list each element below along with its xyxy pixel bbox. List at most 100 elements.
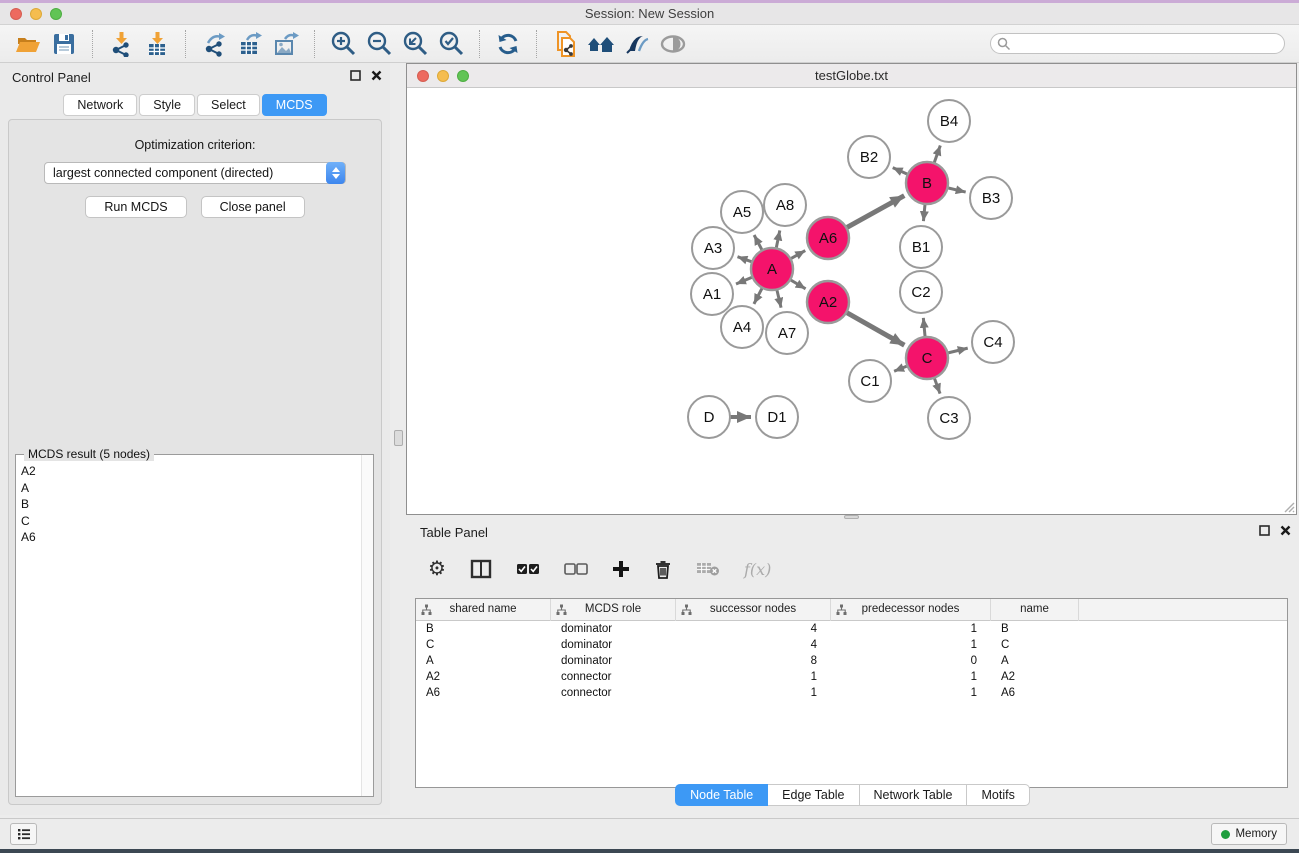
- graph-edge-A2-C[interactable]: [843, 310, 905, 345]
- clone-network-button[interactable]: [550, 29, 580, 59]
- task-history-button[interactable]: [10, 823, 37, 845]
- delete-table-button[interactable]: [696, 557, 720, 581]
- graph-node-A4[interactable]: A4: [721, 306, 763, 348]
- table-row[interactable]: Adominator80A: [416, 653, 1287, 669]
- graph-node-C3[interactable]: C3: [928, 397, 970, 439]
- graph-node-B[interactable]: B: [906, 162, 948, 204]
- graph-node-label: C: [922, 350, 933, 367]
- graph-node-label: A1: [703, 286, 721, 303]
- tab-mcds[interactable]: MCDS: [262, 94, 327, 116]
- export-image-button[interactable]: [271, 29, 301, 59]
- table-cell: 1: [676, 685, 831, 701]
- graph-node-C2[interactable]: C2: [900, 271, 942, 313]
- graphics-details-button[interactable]: [622, 29, 652, 59]
- zoom-out-button[interactable]: [364, 29, 394, 59]
- import-network-button[interactable]: [106, 29, 136, 59]
- criterion-select[interactable]: largest connected component (directed): [44, 162, 346, 184]
- graph-node-B1[interactable]: B1: [900, 226, 942, 268]
- close-panel-icon[interactable]: [371, 70, 382, 81]
- graph-node-C1[interactable]: C1: [849, 360, 891, 402]
- graph-node-A3[interactable]: A3: [692, 227, 734, 269]
- export-table-button[interactable]: [235, 29, 265, 59]
- tab-motifs[interactable]: Motifs: [967, 784, 1029, 806]
- tab-select[interactable]: Select: [197, 94, 260, 116]
- mcds-result-group: MCDS result (5 nodes) A2ABCA6: [15, 454, 374, 797]
- zoom-in-button[interactable]: [328, 29, 358, 59]
- table-settings-button[interactable]: ⚙: [428, 557, 446, 581]
- table-panel-title: Table Panel: [420, 525, 488, 540]
- result-item[interactable]: A6: [21, 529, 356, 546]
- graph-node-A[interactable]: A: [751, 248, 793, 290]
- resize-grip-icon[interactable]: [1281, 499, 1295, 513]
- graph-node-A8[interactable]: A8: [764, 184, 806, 226]
- table-cell: C: [991, 637, 1079, 653]
- deselect-all-button[interactable]: [564, 557, 588, 581]
- float-panel-icon[interactable]: [1259, 525, 1270, 536]
- import-table-button[interactable]: [142, 29, 172, 59]
- column-header[interactable]: predecessor nodes: [831, 599, 991, 621]
- float-panel-icon[interactable]: [350, 70, 361, 81]
- column-header[interactable]: shared name: [416, 599, 551, 621]
- refresh-button[interactable]: [493, 29, 523, 59]
- split-handle-vertical[interactable]: [394, 430, 403, 446]
- graph-node-A1[interactable]: A1: [691, 273, 733, 315]
- export-network-button[interactable]: [199, 29, 229, 59]
- network-close-button[interactable]: [417, 70, 429, 82]
- column-header[interactable]: MCDS role: [551, 599, 676, 621]
- clone-network-icon: [552, 31, 578, 57]
- table-cell: A6: [416, 685, 551, 701]
- save-session-button[interactable]: [49, 29, 79, 59]
- column-header[interactable]: name: [991, 599, 1079, 621]
- graph-edge-A6-B[interactable]: [843, 196, 904, 230]
- run-mcds-button[interactable]: Run MCDS: [85, 196, 186, 218]
- column-header[interactable]: successor nodes: [676, 599, 831, 621]
- zoom-fit-button[interactable]: [400, 29, 430, 59]
- graph-node-A7[interactable]: A7: [766, 312, 808, 354]
- home-button[interactable]: [586, 29, 616, 59]
- close-panel-button[interactable]: Close panel: [201, 196, 305, 218]
- table-row[interactable]: A2connector11A2: [416, 669, 1287, 685]
- minimize-window-button[interactable]: [30, 8, 42, 20]
- tab-edge-table[interactable]: Edge Table: [768, 784, 859, 806]
- delete-column-button[interactable]: [654, 557, 672, 581]
- result-scrollbar[interactable]: [361, 455, 373, 796]
- network-zoom-button[interactable]: [457, 70, 469, 82]
- table-row[interactable]: A6connector11A6: [416, 685, 1287, 701]
- result-item[interactable]: B: [21, 496, 356, 513]
- network-canvas[interactable]: B4 B2 B B3 A8A5 A6 A3 B1 A A1 C2 A2 A4A7 C C4 C1 C3 D D1: [407, 88, 1296, 514]
- zoom-selected-button[interactable]: [436, 29, 466, 59]
- network-minimize-button[interactable]: [437, 70, 449, 82]
- tab-network[interactable]: Network: [63, 94, 137, 116]
- zoom-window-button[interactable]: [50, 8, 62, 20]
- create-column-button[interactable]: [612, 557, 630, 581]
- table-row[interactable]: Bdominator41B: [416, 621, 1287, 637]
- result-item[interactable]: A: [21, 480, 356, 497]
- table-row[interactable]: Cdominator41C: [416, 637, 1287, 653]
- result-item[interactable]: A2: [21, 463, 356, 480]
- select-all-button[interactable]: [516, 557, 540, 581]
- result-item[interactable]: C: [21, 513, 356, 530]
- tab-style[interactable]: Style: [139, 94, 195, 116]
- birdseye-button[interactable]: [658, 29, 688, 59]
- graph-node-B2[interactable]: B2: [848, 136, 890, 178]
- close-panel-icon[interactable]: [1280, 525, 1291, 536]
- graph-node-D[interactable]: D: [688, 396, 730, 438]
- graph-node-A2[interactable]: A2: [807, 281, 849, 323]
- close-window-button[interactable]: [10, 8, 22, 20]
- graph-node-A6[interactable]: A6: [807, 217, 849, 259]
- tab-network-table[interactable]: Network Table: [860, 784, 968, 806]
- graph-node-A5[interactable]: A5: [721, 191, 763, 233]
- graph-node-C[interactable]: C: [906, 337, 948, 379]
- tab-node-table[interactable]: Node Table: [675, 784, 768, 806]
- graph-node-D1[interactable]: D1: [756, 396, 798, 438]
- open-session-button[interactable]: [13, 29, 43, 59]
- memory-button[interactable]: Memory: [1211, 823, 1287, 845]
- function-builder-button[interactable]: f(x): [744, 557, 771, 581]
- network-window-titlebar[interactable]: testGlobe.txt: [407, 64, 1296, 88]
- import-table-icon: [144, 31, 170, 57]
- graph-node-C4[interactable]: C4: [972, 321, 1014, 363]
- show-columns-button[interactable]: [470, 557, 492, 581]
- graph-node-B4[interactable]: B4: [928, 100, 970, 142]
- search-input[interactable]: [1011, 35, 1278, 52]
- graph-node-B3[interactable]: B3: [970, 177, 1012, 219]
